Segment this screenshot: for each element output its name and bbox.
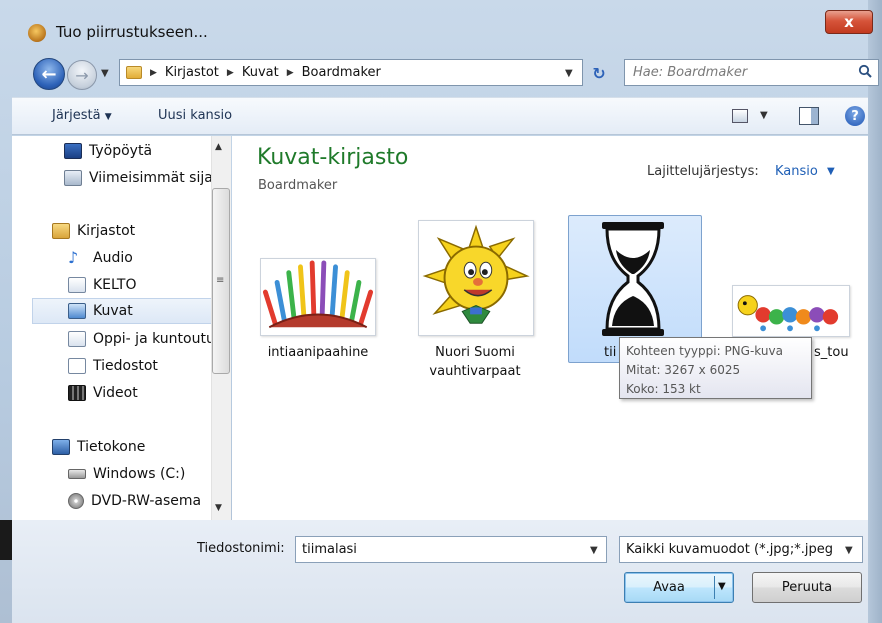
filename-input[interactable]: tiimalasi xyxy=(295,536,607,563)
computer-icon xyxy=(52,439,70,455)
sun-mascot-image xyxy=(418,220,534,336)
view-dropdown-icon[interactable]: ▼ xyxy=(760,110,768,121)
new-folder-button[interactable]: Uusi kansio xyxy=(158,108,232,123)
sidebar-item-kuvat[interactable]: Kuvat xyxy=(32,298,230,324)
organize-label: Järjestä xyxy=(52,108,101,123)
feather-headdress-image xyxy=(260,258,376,336)
filetype-dropdown-icon[interactable]: ▼ xyxy=(845,545,853,556)
sidebar-item-label: Viimeisimmät sijainnit xyxy=(89,170,231,186)
sidebar-item-tiedostot[interactable]: Tiedostot xyxy=(68,353,230,379)
scroll-grip-icon: ≡ xyxy=(216,275,225,286)
hourglass-image xyxy=(602,222,664,336)
breadcrumb-separator-icon[interactable]: ▶ xyxy=(287,68,294,78)
recent-pages-dropdown[interactable]: ▼ xyxy=(101,68,109,79)
sidebar-item-audio[interactable]: ♪ Audio xyxy=(68,245,230,271)
window-frame-right-edge xyxy=(868,0,882,623)
tooltip-size: Koko: 153 kt xyxy=(626,382,701,396)
document-library-icon xyxy=(68,331,86,347)
sidebar-item-libraries[interactable]: Kirjastot xyxy=(52,218,230,244)
file-name: intiaanipaahine xyxy=(267,345,369,360)
desktop-icon xyxy=(64,143,82,159)
sidebar-item-label: DVD-RW-asema xyxy=(91,493,202,509)
sidebar-item-label: Työpöytä xyxy=(89,143,153,159)
sidebar-item-videot[interactable]: Videot xyxy=(68,380,230,406)
chevron-down-icon[interactable]: ▼ xyxy=(827,166,835,177)
dvd-icon xyxy=(68,493,84,509)
forward-button[interactable]: → xyxy=(67,60,97,90)
address-bar[interactable]: ▶ Kirjastot ▶ Kuvat ▶ Boardmaker xyxy=(119,59,583,86)
videos-icon xyxy=(68,385,86,401)
caterpillar-image xyxy=(732,285,850,337)
close-icon: x xyxy=(844,13,854,31)
app-icon xyxy=(28,24,46,42)
organize-button[interactable]: Järjestä ▼ xyxy=(52,108,112,123)
back-button[interactable]: ← xyxy=(33,58,65,90)
sidebar-item-dvd[interactable]: DVD-RW-asema xyxy=(68,488,230,514)
library-subtitle: Boardmaker xyxy=(258,178,338,193)
recent-places-icon xyxy=(64,170,82,186)
folder-icon xyxy=(126,66,142,79)
preview-pane-icon[interactable] xyxy=(799,107,819,125)
drive-icon xyxy=(68,469,86,479)
sidebar-item-label: Tiedostot xyxy=(93,358,158,374)
scroll-up-icon[interactable]: ▲ xyxy=(215,142,222,152)
sidebar-item-windows-c[interactable]: Windows (C:) xyxy=(68,461,230,487)
navigation-pane[interactable]: Työpöytä Viimeisimmät sijainnit Kirjasto… xyxy=(12,136,231,520)
sidebar-item-label: KELTO xyxy=(93,277,137,293)
sidebar-item-tietokone[interactable]: Tietokone xyxy=(52,434,230,460)
address-dropdown-icon[interactable]: ▼ xyxy=(565,68,573,79)
filetype-select[interactable]: Kaikki kuvamuodot (*.jpg;*.jpeg xyxy=(619,536,863,563)
open-options-dropdown-icon[interactable]: ▼ xyxy=(718,581,726,592)
filename-dropdown-icon[interactable]: ▼ xyxy=(590,545,598,556)
sidebar-item-label: Tietokone xyxy=(77,439,146,455)
file-info-tooltip: Kohteen tyyppi: PNG-kuva Mitat: 3267 x 6… xyxy=(619,337,812,399)
sidebar-item-recent-places[interactable]: Viimeisimmät sijainnit xyxy=(64,165,231,191)
sidebar-item-kelto[interactable]: KELTO xyxy=(68,272,230,298)
sidebar-item-label: Kirjastot xyxy=(77,223,136,239)
music-icon: ♪ xyxy=(68,248,79,267)
breadcrumb-separator-icon[interactable]: ▶ xyxy=(150,68,157,78)
cancel-button[interactable]: Peruuta xyxy=(752,572,862,603)
document-library-icon xyxy=(68,277,86,293)
back-arrow-icon: ← xyxy=(41,63,57,85)
pictures-icon xyxy=(68,303,86,319)
tooltip-type: Kohteen tyyppi: PNG-kuva xyxy=(626,344,783,358)
filename-label: Tiedostonimi: xyxy=(197,541,285,556)
sidebar-item-oppi-kuntoutus[interactable]: Oppi- ja kuntoutuspalvelu xyxy=(68,326,219,352)
view-options-icon[interactable] xyxy=(732,109,748,123)
library-title: Kuvat-kirjasto xyxy=(257,145,409,170)
file-tile[interactable]: Nuori Suomi vauhtivarpaat xyxy=(410,218,540,388)
search-input[interactable]: Hae: Boardmaker xyxy=(624,59,879,86)
sidebar-item-label: Windows (C:) xyxy=(93,466,186,482)
open-button-label: Avaa xyxy=(653,580,685,595)
sort-label: Lajittelujärjestys: xyxy=(647,164,759,179)
tooltip-dimensions: Mitat: 3267 x 6025 xyxy=(626,363,741,377)
breadcrumb-boardmaker[interactable]: Boardmaker xyxy=(302,65,381,80)
sidebar-item-label: Audio xyxy=(93,250,133,266)
sidebar-item-label: Videot xyxy=(93,385,138,401)
breadcrumb-separator-icon[interactable]: ▶ xyxy=(227,68,234,78)
scroll-down-icon[interactable]: ▼ xyxy=(215,503,222,513)
chevron-down-icon: ▼ xyxy=(104,112,112,122)
sidebar-item-label: Kuvat xyxy=(93,303,133,319)
refresh-button[interactable]: ↻ xyxy=(588,62,610,84)
sidebar-item-desktop[interactable]: Työpöytä xyxy=(64,138,230,164)
breadcrumb-kirjastot[interactable]: Kirjastot xyxy=(165,65,219,80)
help-icon[interactable]: ? xyxy=(845,106,865,126)
file-name: Nuori Suomi vauhtivarpaat xyxy=(429,345,521,379)
refresh-icon: ↻ xyxy=(592,63,606,83)
window-title: Tuo piirrustukseen... xyxy=(56,23,208,41)
file-tile[interactable]: intiaanipaahine xyxy=(258,218,378,388)
close-button[interactable]: x xyxy=(825,10,873,34)
sort-dropdown[interactable]: Kansio xyxy=(775,164,818,179)
libraries-icon xyxy=(52,223,70,239)
sidebar-item-label: Oppi- ja kuntoutuspalvelu xyxy=(93,331,219,347)
open-button-divider xyxy=(714,576,715,599)
file-name: s_tou xyxy=(814,345,849,360)
documents-icon xyxy=(68,358,86,374)
search-icon[interactable] xyxy=(858,64,872,78)
breadcrumb-kuvat[interactable]: Kuvat xyxy=(242,65,279,80)
frame-shadow xyxy=(0,520,12,560)
forward-arrow-icon: → xyxy=(75,65,89,85)
